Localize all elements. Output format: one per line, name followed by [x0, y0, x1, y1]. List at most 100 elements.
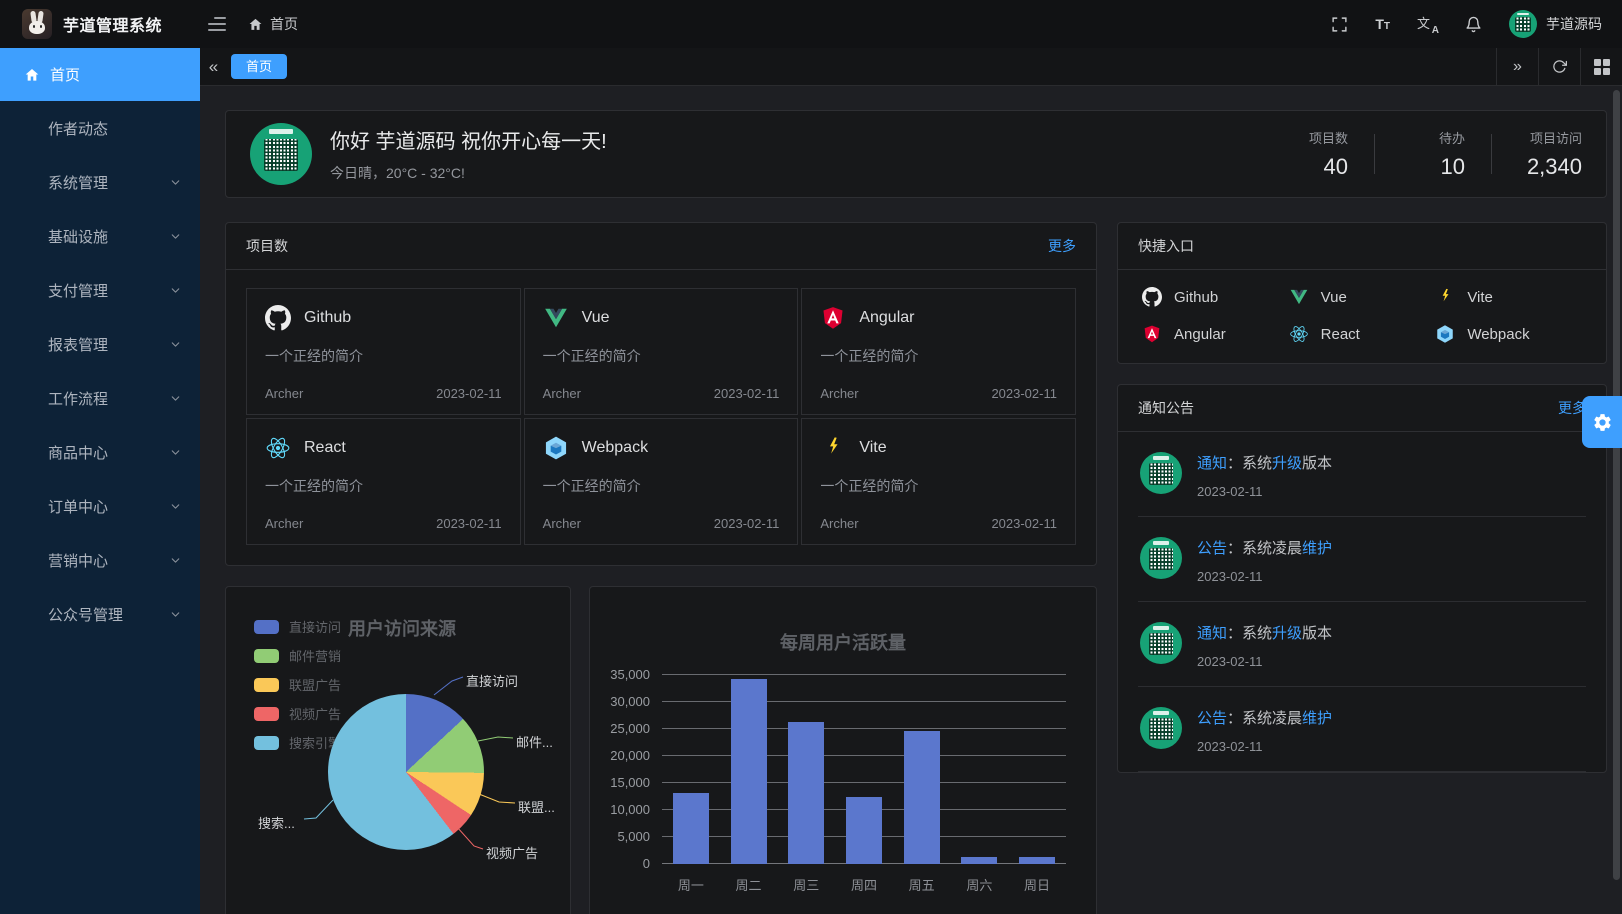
project-tile[interactable]: Vue 一个正经的简介 Archer 2023-02-11 — [524, 288, 799, 415]
sidebar-item[interactable]: 基础设施 — [0, 209, 200, 263]
stats-group: 项目数40待办10项目访问2,340 — [1284, 128, 1582, 180]
project-tile[interactable]: Angular 一个正经的简介 Archer 2023-02-11 — [801, 288, 1076, 415]
sidebar-item[interactable]: 公众号管理 — [0, 587, 200, 641]
shortcuts-card: 快捷入口 Github Vue V — [1117, 222, 1607, 364]
bar-x-axis-labels: 周一周二周三周四周五周六周日 — [662, 875, 1066, 894]
notice-avatar — [1140, 452, 1182, 494]
sidebar-item[interactable]: 首页 — [0, 48, 200, 101]
shortcut-item[interactable]: React — [1289, 324, 1436, 344]
project-tile[interactable]: React 一个正经的简介 Archer 2023-02-11 — [246, 418, 521, 545]
shortcut-item[interactable]: Angular — [1142, 324, 1289, 344]
tab-home[interactable]: 首页 — [231, 54, 287, 79]
stat-label: 待办 — [1401, 128, 1465, 147]
project-icon — [820, 435, 846, 461]
legend-item[interactable]: 邮件营销 — [254, 646, 341, 665]
chevron-down-icon — [169, 284, 182, 297]
project-date: 2023-02-11 — [991, 516, 1057, 531]
legend-item[interactable]: 直接访问 — [254, 617, 341, 636]
notice-date: 2023-02-11 — [1197, 739, 1332, 754]
tabs-scroll-right-icon[interactable]: » — [1496, 48, 1538, 85]
shortcut-item[interactable]: Vite — [1435, 287, 1582, 307]
pie-legend: 直接访问邮件营销联盟广告视频广告搜索引擎 — [254, 617, 341, 752]
pie-callout-label: 直接访问 — [466, 671, 518, 690]
tabs-scroll-left-icon[interactable]: « — [200, 48, 227, 85]
project-name: Angular — [859, 309, 914, 327]
project-tile[interactable]: Vite 一个正经的简介 Archer 2023-02-11 — [801, 418, 1076, 545]
user-menu[interactable]: 芋道源码 — [1509, 10, 1602, 38]
y-tick-label: 20,000 — [590, 748, 650, 764]
sidebar-item[interactable]: 系统管理 — [0, 155, 200, 209]
notice-title: 通知：系统升级版本 — [1197, 622, 1332, 643]
project-tile[interactable]: Webpack 一个正经的简介 Archer 2023-02-11 — [524, 418, 799, 545]
shortcut-label: Github — [1174, 289, 1218, 306]
stat-value: 2,340 — [1518, 154, 1582, 180]
refresh-icon[interactable] — [1538, 48, 1580, 85]
sidebar-item[interactable]: 报表管理 — [0, 317, 200, 371]
x-tick-label: 周三 — [788, 875, 824, 894]
shortcut-icon — [1142, 287, 1162, 307]
shortcut-label: Webpack — [1467, 326, 1529, 343]
y-tick-label: 30,000 — [590, 694, 650, 710]
settings-drawer-button[interactable] — [1582, 396, 1622, 448]
legend-swatch — [254, 707, 279, 721]
greeting-card: 你好 芋道源码 祝你开心每一天! 今日晴，20°C - 32°C! 项目数40待… — [225, 110, 1607, 198]
shortcut-icon — [1142, 324, 1162, 344]
notice-item[interactable]: 公告：系统凌晨维护 2023-02-11 — [1138, 687, 1586, 772]
project-author: Archer — [543, 386, 581, 401]
shortcut-item[interactable]: Github — [1142, 287, 1289, 307]
notice-item[interactable]: 通知：系统升级版本 2023-02-11 — [1138, 602, 1586, 687]
sidebar-item[interactable]: 营销中心 — [0, 533, 200, 587]
shortcut-label: React — [1321, 326, 1360, 343]
stat-divider — [1491, 134, 1492, 174]
y-tick-label: 25,000 — [590, 721, 650, 737]
scrollbar-thumb[interactable] — [1613, 90, 1620, 880]
shortcut-icon — [1289, 287, 1309, 307]
sidebar-item[interactable]: 作者动态 — [0, 101, 200, 155]
notification-bell-icon[interactable] — [1464, 15, 1482, 33]
y-tick-label: 10,000 — [590, 802, 650, 818]
notice-item[interactable]: 通知：系统升级版本 2023-02-11 — [1138, 432, 1586, 517]
stat-value: 10 — [1401, 154, 1465, 180]
sidebar-item-label: 作者动态 — [48, 118, 108, 139]
legend-item[interactable]: 搜索引擎 — [254, 733, 341, 752]
project-name: Vue — [582, 309, 610, 327]
project-desc: 一个正经的简介 — [265, 476, 502, 496]
project-tile[interactable]: Github 一个正经的简介 Archer 2023-02-11 — [246, 288, 521, 415]
notice-item[interactable]: 公告：系统凌晨维护 2023-02-11 — [1138, 517, 1586, 602]
fullscreen-icon[interactable] — [1330, 15, 1348, 33]
projects-more-link[interactable]: 更多 — [1048, 236, 1076, 256]
legend-item[interactable]: 联盟广告 — [254, 675, 341, 694]
shortcut-item[interactable]: Webpack — [1435, 324, 1582, 344]
legend-label: 直接访问 — [289, 617, 341, 636]
project-icon — [265, 435, 291, 461]
sidebar-item-label: 基础设施 — [48, 226, 108, 247]
shortcut-icon — [1435, 287, 1455, 307]
bar-y-axis-labels: 35,00030,00025,00020,00015,00010,0005,00… — [590, 667, 650, 872]
sidebar-item-label: 公众号管理 — [48, 604, 123, 625]
tabs-menu-icon[interactable] — [1580, 48, 1622, 85]
sidebar-collapse-icon[interactable] — [208, 17, 226, 31]
greeting-subtitle: 今日晴，20°C - 32°C! — [330, 163, 607, 183]
stat-label: 项目访问 — [1518, 128, 1582, 147]
bar — [673, 793, 709, 864]
legend-swatch — [254, 678, 279, 692]
project-author: Archer — [543, 516, 581, 531]
font-size-icon[interactable]: TT — [1375, 16, 1390, 32]
sidebar-item-label: 报表管理 — [48, 334, 108, 355]
shortcut-item[interactable]: Vue — [1289, 287, 1436, 307]
sidebar-item[interactable]: 商品中心 — [0, 425, 200, 479]
x-tick-label: 周四 — [846, 875, 882, 894]
chevron-down-icon — [169, 446, 182, 459]
y-tick-label: 0 — [590, 856, 650, 872]
language-switch-icon[interactable]: 文A — [1417, 15, 1437, 33]
project-icon — [543, 435, 569, 461]
sidebar-item[interactable]: 工作流程 — [0, 371, 200, 425]
app-logo[interactable]: 芋道管理系统 — [0, 9, 200, 39]
sidebar-item[interactable]: 订单中心 — [0, 479, 200, 533]
tabs-bar: « 首页 » — [200, 48, 1622, 86]
breadcrumb[interactable]: 首页 — [248, 14, 298, 34]
pie-chart — [328, 694, 484, 850]
stat-value: 40 — [1284, 154, 1348, 180]
legend-item[interactable]: 视频广告 — [254, 704, 341, 723]
sidebar-item[interactable]: 支付管理 — [0, 263, 200, 317]
